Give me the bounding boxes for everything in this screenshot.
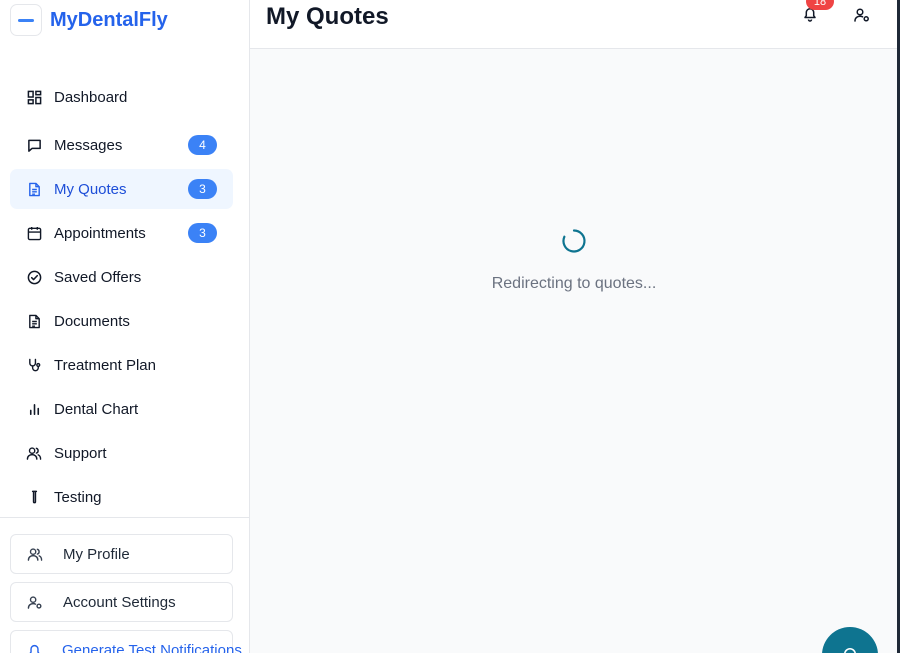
dashboard-icon: [26, 89, 42, 105]
sidebar-item-support[interactable]: Support: [10, 433, 233, 473]
brand-logo: [10, 4, 42, 36]
sidebar-item-label: Dashboard: [54, 88, 128, 106]
users-icon: [27, 546, 43, 562]
generate-test-notifications-button[interactable]: Generate Test Notifications: [10, 630, 242, 653]
user-cog-icon: [27, 594, 43, 610]
sidebar-item-label: Support: [54, 444, 107, 462]
users-icon: [26, 445, 42, 461]
sidebar-item-appointments[interactable]: Appointments 3: [10, 213, 233, 253]
sidebar-item-dental-chart[interactable]: Dental Chart: [10, 389, 233, 429]
page-title: My Quotes: [266, 3, 389, 30]
quotes-count-badge: 3: [188, 179, 217, 199]
account-settings-button[interactable]: Account Settings: [10, 582, 233, 622]
sidebar-item-dashboard[interactable]: Dashboard: [10, 77, 233, 117]
sidebar-item-label: Messages: [54, 136, 123, 154]
document-icon: [26, 181, 42, 197]
bar-chart-icon: [26, 401, 42, 417]
sidebar-item-testing[interactable]: Testing: [10, 477, 233, 517]
stethoscope-icon: [26, 357, 42, 373]
message-icon: [26, 137, 42, 153]
sidebar-item-label: Dental Chart: [54, 400, 139, 418]
my-profile-button[interactable]: My Profile: [10, 534, 233, 574]
account-settings-label: Account Settings: [63, 593, 176, 611]
chat-fab-button[interactable]: [822, 627, 878, 653]
messages-count-badge: 4: [188, 135, 217, 155]
brand[interactable]: MyDentalFly: [10, 4, 168, 36]
sidebar: MyDentalFly Dashboard Messages 4 My Quot…: [0, 0, 250, 653]
test-tube-icon: [26, 489, 42, 505]
loading-spinner-icon: [561, 228, 587, 254]
appointments-count-badge: 3: [188, 223, 217, 243]
sidebar-item-saved-offers[interactable]: Saved Offers: [10, 257, 233, 297]
sidebar-item-label: My Quotes: [54, 180, 127, 198]
sidebar-item-treatment-plan[interactable]: Treatment Plan: [10, 345, 233, 385]
generate-test-notifications-label: Generate Test Notifications: [62, 641, 242, 653]
chat-icon: [843, 647, 857, 653]
user-menu-button[interactable]: [852, 7, 872, 27]
sidebar-item-label: Documents: [54, 312, 130, 330]
sidebar-item-label: Saved Offers: [54, 268, 142, 286]
my-profile-label: My Profile: [63, 545, 130, 563]
calendar-icon: [26, 225, 42, 241]
file-icon: [26, 313, 42, 329]
sidebar-item-messages[interactable]: Messages 4: [10, 125, 233, 165]
user-cog-icon: [854, 7, 870, 28]
check-circle-icon: [26, 269, 42, 285]
brand-name: MyDentalFly: [50, 8, 168, 31]
sidebar-item-label: Testing: [54, 488, 102, 506]
sidebar-divider: [0, 517, 249, 518]
top-header: My Quotes 18: [250, 0, 898, 49]
sidebar-item-my-quotes[interactable]: My Quotes 3: [10, 169, 233, 209]
bell-icon: [27, 642, 42, 653]
sidebar-item-label: Treatment Plan: [54, 356, 156, 374]
loading-message: Redirecting to quotes...: [491, 275, 657, 292]
sidebar-item-label: Appointments: [54, 224, 146, 242]
notification-count-badge: 18: [806, 0, 834, 10]
sidebar-item-documents[interactable]: Documents: [10, 301, 233, 341]
